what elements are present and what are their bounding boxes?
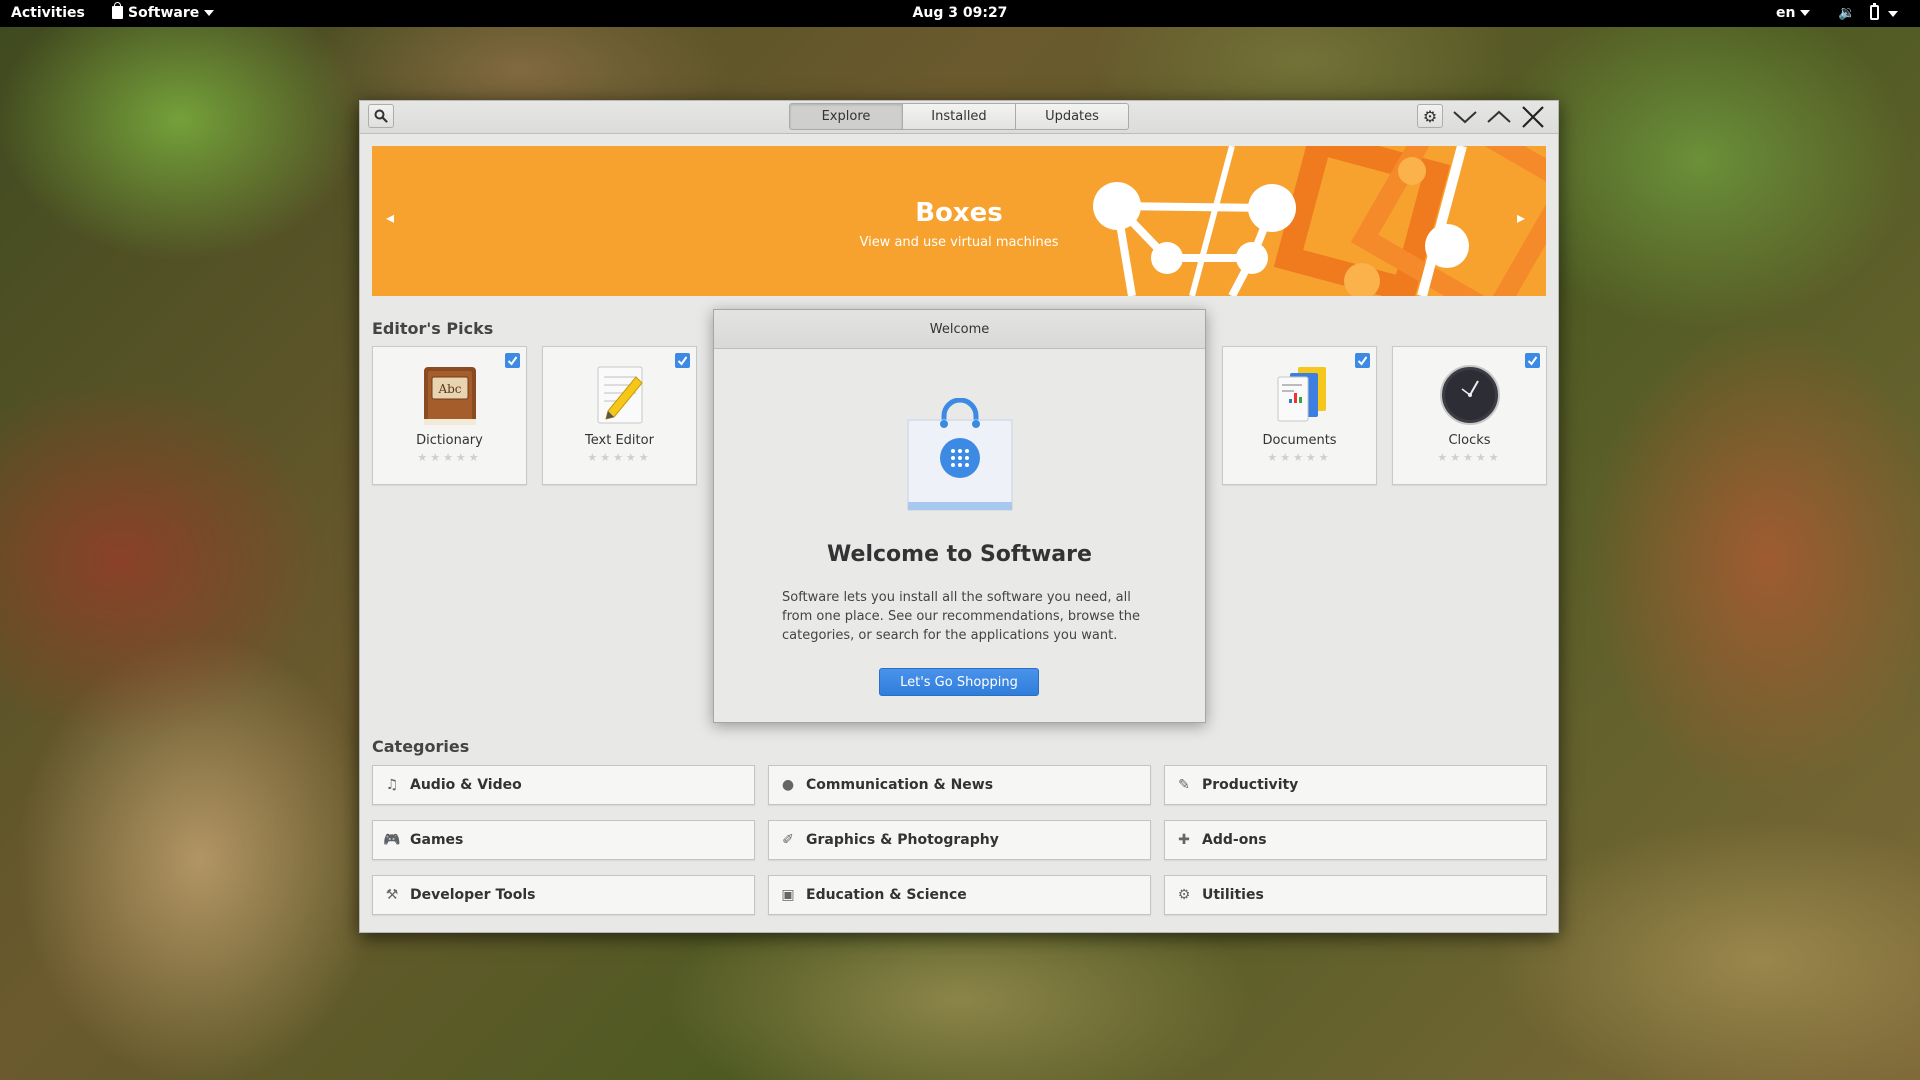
rating-stars: ★★★★★ (1437, 451, 1502, 464)
clock[interactable]: Aug 3 09:27 (913, 5, 1008, 21)
category-add-ons[interactable]: ✚ Add-ons (1164, 820, 1547, 860)
utilities-icon: ⚙ (1177, 887, 1191, 903)
installed-check-icon (1355, 353, 1370, 368)
category-label: Add-ons (1202, 832, 1267, 848)
category-games[interactable]: 🎮 Games (372, 820, 755, 860)
developer-tools-icon: ⚒ (385, 887, 399, 903)
search-icon (374, 109, 388, 123)
gear-icon: ⚙ (1422, 106, 1438, 126)
app-tile-documents[interactable]: Documents ★★★★★ (1222, 346, 1377, 485)
app-tile-name: Clocks (1448, 433, 1491, 448)
settings-button[interactable]: ⚙ (1417, 104, 1443, 128)
dialog-text: Software lets you install all the softwa… (782, 590, 1141, 643)
view-switcher: Explore Installed Updates (789, 103, 1129, 130)
text-editor-icon (597, 366, 643, 424)
rating-stars: ★★★★★ (587, 451, 652, 464)
dialog-heading: Welcome to Software (827, 542, 1092, 567)
lets-go-shopping-button[interactable]: Let's Go Shopping (879, 668, 1039, 696)
clocks-icon (1440, 365, 1500, 425)
category-developer-tools[interactable]: ⚒ Developer Tools (372, 875, 755, 915)
app-tile-text-editor[interactable]: Text Editor ★★★★★ (542, 346, 697, 485)
top-bar: Activities Software Aug 3 09:27 en 🔉 (0, 0, 1920, 27)
category-productivity[interactable]: ✎ Productivity (1164, 765, 1547, 805)
language-label: en (1776, 5, 1796, 21)
banner-next-icon[interactable]: ▸ (1517, 208, 1525, 227)
app-menu-label: Software (128, 5, 200, 21)
chat-bubble-icon: ● (781, 777, 795, 793)
header-bar: Explore Installed Updates ⚙ (360, 101, 1558, 134)
volume-icon[interactable]: 🔉 (1838, 5, 1855, 21)
search-button[interactable] (368, 104, 394, 128)
chevron-down-icon (1800, 10, 1811, 16)
app-tile-name: Dictionary (416, 433, 483, 448)
chevron-down-icon (204, 10, 215, 16)
language-menu[interactable]: en (1776, 5, 1811, 21)
category-label: Games (410, 832, 464, 848)
categories-title: Categories (372, 737, 470, 756)
battery-icon[interactable] (1870, 3, 1879, 20)
installed-check-icon (1525, 353, 1540, 368)
rating-stars: ★★★★★ (417, 451, 482, 464)
brush-icon: ✐ (782, 832, 794, 848)
app-tile-dictionary[interactable]: Abc Dictionary ★★★★★ (372, 346, 527, 485)
close-icon (1522, 106, 1544, 128)
maximize-button[interactable] (1484, 102, 1514, 132)
category-label: Education & Science (806, 887, 967, 903)
installed-check-icon (505, 353, 520, 368)
installed-check-icon (675, 353, 690, 368)
category-label: Graphics & Photography (806, 832, 999, 848)
edit-icon: ✎ (1178, 777, 1190, 793)
category-label: Utilities (1202, 887, 1264, 903)
banner-subtitle: View and use virtual machines (859, 235, 1059, 250)
minimize-button[interactable] (1450, 102, 1480, 132)
puzzle-icon: ✚ (1178, 832, 1190, 848)
chevron-up-icon (1487, 110, 1511, 123)
music-note-icon: ♫ (385, 777, 399, 793)
featured-banner[interactable]: Boxes View and use virtual machines ◂ ▸ (372, 146, 1546, 296)
welcome-dialog: Welcome Welcome to Software Software let… (713, 309, 1206, 723)
category-audio-video[interactable]: ♫ Audio & Video (372, 765, 755, 805)
dictionary-icon: Abc (424, 367, 476, 425)
system-menu-chevron-icon[interactable] (1888, 11, 1898, 17)
documents-icon (1277, 367, 1326, 422)
close-button[interactable] (1518, 102, 1548, 132)
banner-previous-icon[interactable]: ◂ (386, 208, 394, 227)
tab-installed[interactable]: Installed (902, 103, 1016, 130)
software-bag-icon (907, 398, 1013, 511)
category-label: Audio & Video (410, 777, 522, 793)
app-tile-name: Documents (1262, 433, 1337, 448)
banner-title: Boxes (915, 198, 1003, 228)
education-icon: ▣ (781, 887, 795, 903)
chevron-down-icon (1453, 111, 1477, 124)
category-label: Communication & News (806, 777, 994, 793)
svg-text:Abc: Abc (437, 382, 461, 396)
gamepad-icon: 🎮 (383, 832, 401, 848)
category-graphics-photography[interactable]: ✐ Graphics & Photography (768, 820, 1151, 860)
editors-picks-title: Editor's Picks (372, 319, 494, 338)
dialog-title: Welcome (714, 310, 1205, 349)
category-label: Productivity (1202, 777, 1299, 793)
rating-stars: ★★★★★ (1267, 451, 1332, 464)
software-bag-icon (112, 1, 123, 19)
activities-button[interactable]: Activities (11, 5, 85, 21)
category-education-science[interactable]: ▣ Education & Science (768, 875, 1151, 915)
app-menu[interactable]: Software (112, 1, 215, 21)
app-tile-clocks[interactable]: Clocks ★★★★★ (1392, 346, 1547, 485)
tab-explore[interactable]: Explore (789, 103, 903, 130)
category-label: Developer Tools (410, 887, 536, 903)
app-tile-name: Text Editor (585, 433, 654, 448)
tab-updates[interactable]: Updates (1015, 103, 1129, 130)
category-communication-news[interactable]: ● Communication & News (768, 765, 1151, 805)
category-utilities[interactable]: ⚙ Utilities (1164, 875, 1547, 915)
